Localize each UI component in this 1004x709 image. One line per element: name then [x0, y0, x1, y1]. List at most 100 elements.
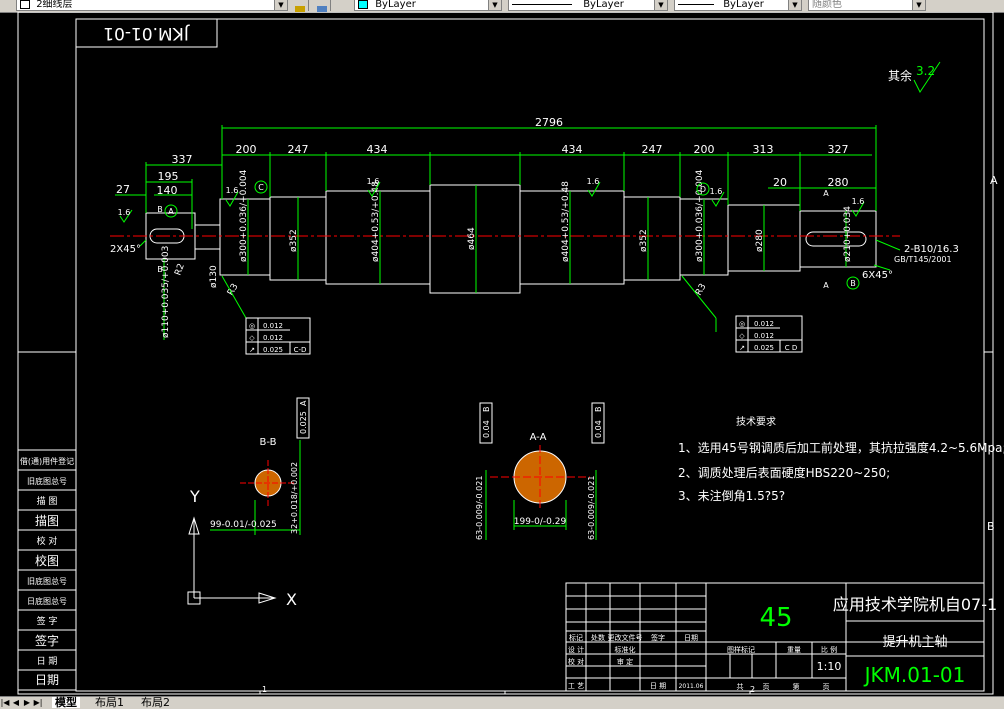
section-aa-key-left: 63-0.009/-0.021 [475, 476, 484, 540]
svg-text:◇: ◇ [249, 334, 255, 342]
section-bb-width: 99-0.01/-0.025 [210, 520, 277, 530]
layer-color-square [20, 0, 30, 9]
prev-tab-icon[interactable]: ◀ [11, 697, 21, 708]
color-control[interactable]: ByLayer ▼ [354, 0, 502, 11]
color-value: ByLayer [375, 0, 416, 10]
section-aa-width: 199-0/-0.29 [514, 517, 567, 527]
datum-d-bubble: D [700, 185, 706, 194]
svg-text:0.025: 0.025 [754, 344, 774, 352]
svg-text:描 图: 描 图 [37, 495, 58, 507]
svg-text:图样标记: 图样标记 [727, 645, 755, 654]
lineweight-value: ByLayer [723, 0, 764, 10]
roughness-other-label: 其余 [888, 68, 912, 83]
svg-text:日期: 日期 [35, 673, 59, 687]
section-aa-title: A-A [530, 432, 547, 443]
svg-text:◎: ◎ [249, 322, 255, 330]
dia-130: ø130 [209, 265, 219, 288]
svg-text:0.012: 0.012 [754, 332, 774, 340]
svg-text:0.012: 0.012 [754, 320, 774, 328]
layer-previous-icon[interactable] [314, 0, 331, 12]
svg-text:↗: ↗ [739, 344, 745, 352]
lineweight-dropdown-icon[interactable]: ▼ [788, 0, 801, 10]
zone-a-label: A [990, 174, 998, 187]
datum-c-bubble: C [258, 183, 264, 192]
tab-layout2[interactable]: 布局2 [138, 697, 173, 709]
title-school: 应用技术学院机自07-1 [833, 595, 997, 614]
chamfer-right: 6X45° [862, 270, 893, 281]
svg-text:0.012: 0.012 [263, 322, 283, 330]
svg-text:0.012: 0.012 [263, 334, 283, 342]
section-bb: B-B 0.025 A 99-0.01/-0.025 32+0.018/+0.0… [210, 397, 310, 535]
linetype-sample [512, 3, 572, 5]
svg-text:日底图总号: 日底图总号 [27, 596, 67, 606]
mirror-title: JKM.01-01 [103, 23, 190, 43]
first-tab-icon[interactable]: |◀ [0, 697, 10, 708]
zone-b-label: B [987, 520, 995, 533]
frame-border [75, 18, 985, 692]
plotstyle-control[interactable]: 随颜色 ▼ [808, 0, 926, 11]
next-tab-icon[interactable]: ▶ [22, 697, 32, 708]
dim-434-left: 434 [367, 143, 388, 156]
shaft-outline [145, 184, 877, 294]
make-current-layer-icon[interactable] [292, 0, 309, 12]
tab-model[interactable]: 模型 [52, 697, 80, 709]
svg-text:B: B [594, 407, 603, 413]
zone-1-label: 1 [262, 685, 267, 694]
roughness-5: 1.6 [710, 187, 723, 196]
section-bb-title: B-B [260, 437, 277, 448]
sheet-border [17, 11, 994, 695]
svg-text:借(通)用件登记: 借(通)用件登记 [20, 456, 74, 466]
dim-27: 27 [116, 183, 130, 196]
svg-text:B: B [482, 407, 491, 413]
last-tab-icon[interactable]: ▶| [33, 697, 43, 708]
dim-337: 337 [172, 153, 193, 166]
svg-text:2011.06: 2011.06 [679, 683, 704, 690]
drawing-canvas[interactable]: JKM.01-01 A B 1 2 其余 3.2 2796 337 195 14… [0, 11, 1004, 696]
dia-280: ø280 [755, 229, 765, 252]
linetype-control[interactable]: ByLayer ▼ [508, 0, 668, 11]
tab-layout1[interactable]: 布局1 [92, 697, 127, 709]
tech-req-item-2: 2、调质处理后表面硬度HBS220~250; [678, 465, 890, 480]
dia-352-left: ø352 [289, 229, 299, 252]
svg-text:校图: 校图 [35, 553, 59, 568]
dia-464: ø464 [467, 227, 477, 250]
ucs-x-label: X [286, 590, 297, 609]
linetype-dropdown-icon[interactable]: ▼ [654, 0, 667, 10]
svg-text:C-D: C-D [294, 346, 307, 354]
dim-140: 140 [157, 184, 178, 197]
roughness-4: 1.6 [587, 177, 600, 186]
dim-195: 195 [158, 170, 179, 183]
section-b-top: B [157, 205, 163, 214]
svg-text:标准化: 标准化 [615, 645, 636, 654]
plotstyle-dropdown-icon[interactable]: ▼ [912, 0, 925, 10]
svg-text:日期: 日期 [684, 634, 698, 642]
datum-b-bubble: B [850, 279, 856, 288]
tech-requirements: 技术要求 1、选用45号钢调质后加工前处理，其抗拉强度4.2~5.6Mpa; 2… [678, 415, 1004, 503]
svg-text:比 例: 比 例 [821, 645, 837, 654]
svg-text:第: 第 [793, 682, 800, 691]
svg-text:重量: 重量 [787, 646, 801, 654]
plotstyle-value: 随颜色 [812, 0, 842, 10]
svg-text:页: 页 [823, 683, 830, 691]
dim-200-right: 200 [694, 143, 715, 156]
title-material: 45 [759, 603, 792, 633]
svg-text:描图: 描图 [35, 514, 59, 528]
dim-247-left: 247 [288, 143, 309, 156]
svg-text:C D: C D [785, 344, 798, 352]
title-drawing-no: JKM.01-01 [863, 663, 966, 687]
layer-name: 2细线层 [36, 0, 73, 10]
layer-state-icon[interactable] [0, 0, 17, 11]
lineweight-control[interactable]: ByLayer ▼ [674, 0, 802, 11]
svg-text:校 对: 校 对 [37, 535, 58, 547]
color-dropdown-icon[interactable]: ▼ [488, 0, 501, 10]
svg-text:签 字: 签 字 [37, 615, 58, 627]
roughness-1: 1.6 [118, 208, 131, 217]
lineweight-sample [678, 3, 714, 5]
ucs-y-label: Y [189, 487, 200, 506]
layout-tabs-bar: |◀ ◀ ▶ ▶| 模型 布局1 布局2 [0, 696, 1004, 709]
layer-control[interactable]: 2细线层 ▼ [16, 0, 288, 11]
svg-text:更改文件号: 更改文件号 [608, 633, 643, 642]
dim-200-left: 200 [236, 143, 257, 156]
dia-404-right: ø404+0.53/+0.48 [561, 181, 571, 262]
layer-dropdown-icon[interactable]: ▼ [274, 0, 287, 10]
